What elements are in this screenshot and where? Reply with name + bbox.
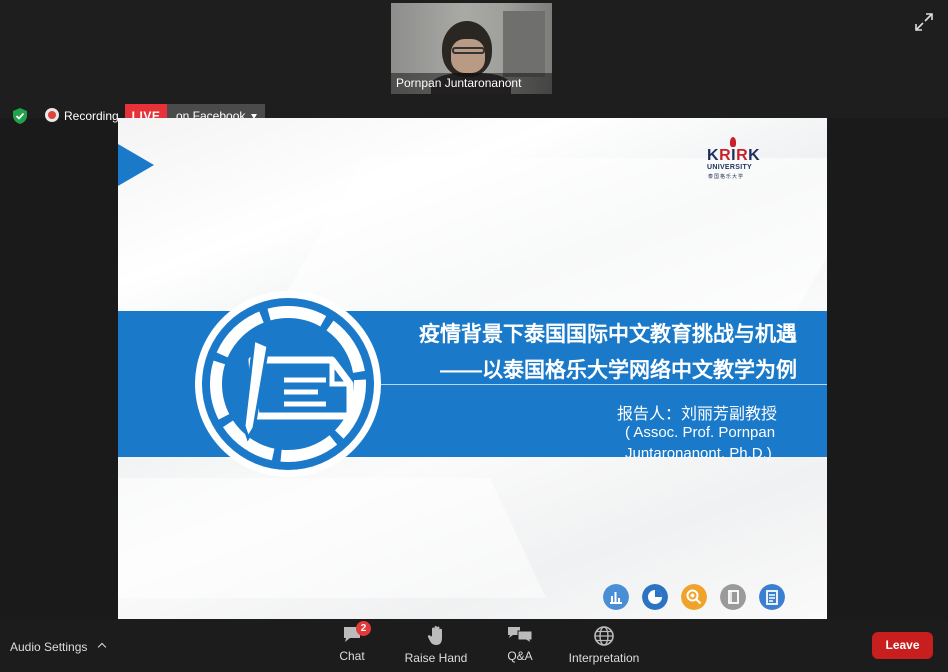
globe-icon <box>594 626 614 646</box>
document-pen-icon <box>195 291 381 477</box>
participant-video-thumbnail[interactable]: Pornpan Juntaronanont <box>391 3 552 94</box>
logo-flame-icon <box>730 137 736 147</box>
logo-letter: R <box>736 147 749 164</box>
raise-hand-label: Raise Hand <box>404 651 468 665</box>
interpretation-button[interactable]: Interpretation <box>566 622 642 670</box>
qa-label: Q&A <box>507 649 533 663</box>
slide-title-line1: 疫情背景下泰国国际中文教育挑战与机遇 <box>419 323 797 346</box>
slide-title-line2: ——以泰国格乐大学网络中文教学为例 <box>440 359 797 382</box>
interpretation-label: Interpretation <box>568 651 640 665</box>
video-door <box>503 11 545 77</box>
presenter-english-line1: ( Assoc. Prof. Pornpan <box>625 424 776 441</box>
logo-letter: K <box>748 147 761 164</box>
bar-chart-icon <box>603 584 629 610</box>
raise-hand-button[interactable]: Raise Hand <box>404 622 468 670</box>
video-person-glasses <box>452 47 485 54</box>
logo-letter: K <box>707 147 720 164</box>
raise-hand-icon <box>427 626 442 645</box>
shared-screen-slide: KRIRK UNIVERSITY 泰国格乐大学 疫情背景下泰国国际中文教育挑战与… <box>118 118 827 619</box>
chat-label: Chat <box>339 649 365 663</box>
fullscreen-icon[interactable] <box>914 12 934 32</box>
audio-settings-label: Audio Settings <box>10 640 88 654</box>
zoom-search-icon <box>681 584 707 610</box>
qa-button[interactable]: Q&A <box>503 622 537 670</box>
title-divider <box>377 384 827 385</box>
slide-corner-arrow <box>118 144 154 186</box>
clipboard-icon <box>759 584 785 610</box>
leave-button[interactable]: Leave <box>872 632 933 659</box>
security-shield-icon[interactable] <box>11 107 29 125</box>
logo-letter: R <box>719 147 732 164</box>
audio-settings-button[interactable]: Audio Settings <box>10 640 106 654</box>
chevron-up-icon[interactable] <box>97 642 106 652</box>
qa-bubbles-icon <box>508 627 533 645</box>
notebook-icon <box>720 584 746 610</box>
presenter-english: ( Assoc. Prof. Pornpan Juntaronanont, Ph… <box>625 422 775 464</box>
logo-chinese-name: 泰国格乐大学 <box>708 174 745 180</box>
logo-subtitle: UNIVERSITY <box>707 164 753 171</box>
university-logo-wordmark: KRIRK <box>707 147 760 165</box>
participant-name: Pornpan Juntaronanont <box>391 73 552 94</box>
presenter-english-line2: Juntaronanont, Ph.D.) <box>625 445 772 462</box>
presenter-chinese: 报告人：刘丽芳副教授 <box>617 406 778 423</box>
recording-label: Recording <box>64 109 119 123</box>
meeting-toolbar <box>0 619 948 672</box>
slide-background-shape <box>118 478 546 598</box>
recording-icon <box>45 108 59 122</box>
chat-unread-badge: 2 <box>356 621 371 636</box>
pie-chart-icon <box>642 584 668 610</box>
video-person-face <box>451 39 485 73</box>
